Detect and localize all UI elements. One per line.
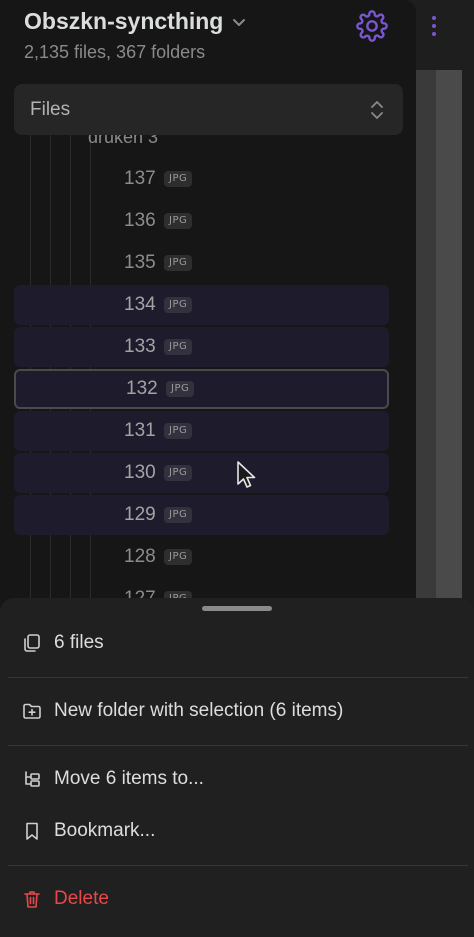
trash-icon (24, 891, 40, 908)
file-name: 128 (124, 546, 156, 567)
selection-count-label: 6 files (54, 632, 104, 653)
file-type-badge: JPG (164, 549, 193, 565)
bookmark-button[interactable]: Bookmark... (22, 816, 155, 846)
sheet-drag-handle[interactable] (202, 606, 272, 611)
file-tree-row[interactable]: 136 JPG (14, 201, 389, 241)
file-name: 135 (124, 252, 156, 273)
vault-stats: 2,135 files, 367 folders (24, 42, 206, 62)
file-tree-row[interactable]: 129 JPG (14, 495, 389, 535)
bookmark-icon (26, 822, 38, 840)
mouse-cursor-icon (237, 461, 256, 488)
file-type-badge: JPG (164, 171, 193, 187)
file-type-badge: JPG (164, 339, 193, 355)
bookmark-label: Bookmark... (54, 820, 156, 841)
file-tree-row[interactable]: 131 JPG (14, 411, 389, 451)
file-name: 137 (124, 168, 156, 189)
vault-name: Obszkn-syncthing (24, 8, 224, 34)
view-select-value: Files (30, 98, 71, 120)
delete-button[interactable]: Delete (22, 884, 109, 914)
file-type-badge: JPG (164, 297, 193, 313)
new-folder-label: New folder with selection (6 items) (54, 700, 344, 721)
divider (8, 677, 468, 678)
file-type-badge: JPG (164, 465, 193, 481)
file-tree-row[interactable]: 128 JPG (14, 537, 389, 577)
file-name: 129 (124, 504, 156, 525)
chevron-down-icon (233, 18, 246, 26)
delete-label: Delete (54, 888, 109, 909)
gear-icon[interactable] (356, 10, 388, 42)
file-name: 133 (124, 336, 156, 357)
file-tree-row[interactable]: 134 JPG (14, 285, 389, 325)
file-type-badge: JPG (164, 423, 193, 439)
file-tree: druken 3 137 JPG 136 JPG 135 JPG 134 JPG 133 JPG 1… (0, 135, 416, 605)
vault-switcher[interactable]: Obszkn-syncthing (24, 8, 247, 35)
file-tree-row[interactable]: 135 JPG (14, 243, 389, 283)
folder-tree-icon (25, 771, 40, 787)
new-folder-with-selection-button[interactable]: New folder with selection (6 items) (22, 696, 343, 726)
file-tree-row[interactable]: 132 JPG (14, 369, 389, 409)
chevron-up-down-icon (371, 101, 383, 119)
file-tree-row[interactable]: 133 JPG (14, 327, 389, 367)
divider (8, 865, 468, 866)
file-explorer-sidebar: Obszkn-syncthing 2,135 files, 367 folder… (0, 0, 416, 640)
selection-action-sheet: 6 files New folder with selection (6 ite… (0, 598, 474, 937)
file-name: 131 (124, 420, 156, 441)
folder-plus-icon (23, 703, 41, 719)
file-type-badge: JPG (164, 213, 193, 229)
view-select[interactable]: Files (14, 84, 403, 135)
file-name: 132 (126, 378, 158, 399)
file-type-badge: JPG (164, 507, 193, 523)
editor-page-edge (416, 70, 436, 610)
file-name: 130 (124, 462, 156, 483)
divider (8, 745, 468, 746)
files-icon (24, 634, 40, 652)
file-tree-row[interactable]: 130 JPG (14, 453, 389, 493)
more-options-icon[interactable] (424, 12, 444, 40)
file-type-badge: JPG (164, 255, 193, 271)
file-tree-row[interactable]: 137 JPG (14, 159, 389, 199)
move-items-button[interactable]: Move 6 items to... (22, 764, 204, 794)
file-name: 134 (124, 294, 156, 315)
file-type-badge: JPG (166, 381, 195, 397)
selection-count: 6 files (22, 628, 104, 658)
move-items-label: Move 6 items to... (54, 768, 204, 789)
folder-item[interactable]: druken 3 (88, 135, 158, 148)
file-name: 136 (124, 210, 156, 231)
